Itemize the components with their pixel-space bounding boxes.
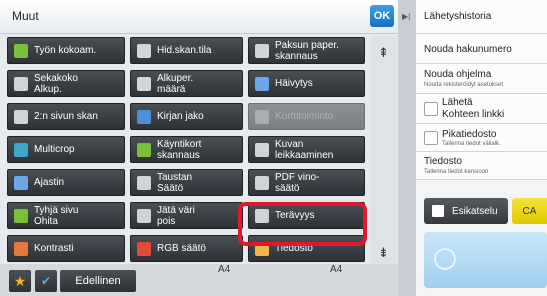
- recall-program-button[interactable]: Nouda ohjelma Nouda rekisteröidyt asetuk…: [416, 64, 547, 94]
- contrast-icon: [14, 241, 28, 256]
- thick-paper-icon: [255, 43, 269, 58]
- previous-button[interactable]: Edellinen: [60, 270, 136, 292]
- function-label: Korttitoiminto: [275, 111, 334, 122]
- function-label: Kirjan jako: [157, 111, 204, 122]
- function-button[interactable]: Jätä väri pois: [130, 202, 243, 229]
- function-button[interactable]: Kirjan jako: [130, 103, 243, 130]
- function-button[interactable]: Hid.skan.tila: [130, 37, 243, 64]
- function-label: Taustan Säätö: [157, 171, 193, 194]
- page-title: Muut: [12, 9, 39, 23]
- function-button[interactable]: PDF vino- säätö: [248, 169, 365, 196]
- preview-icon: [432, 205, 444, 217]
- screen: Muut OK Työn kokoam. Hid.skan.tila Paksun …: [0, 0, 547, 296]
- document-icon: [137, 43, 151, 58]
- clear-all-button[interactable]: CA: [512, 198, 547, 224]
- stack-icon: [14, 43, 28, 58]
- preview-button[interactable]: Esikatselu: [424, 198, 508, 224]
- function-button[interactable]: RGB säätö: [130, 235, 243, 262]
- function-label: Paksun paper. skannaus: [275, 39, 339, 62]
- quick-file-toggle[interactable]: Pikatiedosto Tallenna tiedot välialk.: [416, 124, 547, 152]
- quick-file-checkbox[interactable]: [424, 131, 438, 145]
- fade-icon: [255, 76, 269, 91]
- multicrop-icon: [14, 142, 28, 157]
- highlight-frame: [238, 202, 367, 246]
- function-label: Sekakoko Alkup.: [34, 72, 78, 95]
- background-icon: [137, 175, 151, 190]
- blank-page-icon: [14, 208, 28, 223]
- function-button[interactable]: Ajastin: [7, 169, 125, 196]
- preview-label: Esikatselu: [452, 205, 498, 217]
- skew-icon: [255, 175, 269, 190]
- favorite-button[interactable]: ★: [9, 270, 31, 292]
- send-link-checkbox[interactable]: [424, 102, 438, 116]
- ok-button[interactable]: OK: [370, 5, 394, 27]
- check-button[interactable]: ✔: [35, 270, 57, 292]
- scroll-up-icon[interactable]: ⇞: [371, 39, 396, 67]
- color-drop-icon: [137, 208, 151, 223]
- function-button[interactable]: 2:n sivun skan: [7, 103, 125, 130]
- clock-icon: [14, 175, 28, 190]
- title-bar: Muut OK: [0, 0, 398, 34]
- send-history-button[interactable]: Lähetyshistoria: [416, 0, 547, 34]
- function-button[interactable]: Taustan Säätö: [130, 169, 243, 196]
- function-label: Hid.skan.tila: [157, 45, 212, 56]
- function-button[interactable]: Työn kokoam.: [7, 37, 125, 64]
- other-functions-panel: Muut OK Työn kokoam. Hid.skan.tila Paksun …: [0, 0, 398, 296]
- two-page-icon: [14, 109, 28, 124]
- function-button: Korttitoiminto: [248, 103, 365, 130]
- function-grid: Työn kokoam. Hid.skan.tila Paksun paper. s…: [7, 37, 397, 269]
- start-icon: [434, 248, 456, 270]
- function-button[interactable]: Kontrasti: [7, 235, 125, 262]
- function-button[interactable]: Häivytys: [248, 70, 365, 97]
- scrollbar[interactable]: ⇞ ⇟: [370, 37, 397, 269]
- file-button[interactable]: Tiedosto Tallenna tiedot kansioon: [416, 152, 547, 180]
- count-icon: [137, 76, 151, 91]
- function-label: Multicrop: [34, 144, 75, 155]
- function-label: Alkuper. määrä: [157, 72, 194, 95]
- function-label: Käyntikort skannaus: [157, 138, 202, 161]
- function-button[interactable]: Sekakoko Alkup.: [7, 70, 125, 97]
- original-size-label: A4: [218, 264, 231, 275]
- function-button[interactable]: Paksun paper. skannaus: [248, 37, 365, 64]
- function-label: Jätä väri pois: [157, 204, 195, 227]
- expand-arrow-icon: ▶|: [402, 12, 411, 21]
- start-button[interactable]: [424, 232, 547, 288]
- function-label: RGB säätö: [157, 243, 206, 254]
- recall-number-button[interactable]: Nouda hakunumero: [416, 34, 547, 64]
- book-icon: [137, 109, 151, 124]
- business-card-icon: [137, 142, 151, 157]
- function-label: 2:n sivun skan: [34, 111, 98, 122]
- function-label: Työn kokoam.: [34, 45, 97, 56]
- function-label: Ajastin: [34, 177, 65, 188]
- rgb-icon: [137, 241, 151, 256]
- mixed-size-icon: [14, 76, 28, 91]
- function-button[interactable]: Multicrop: [7, 136, 125, 163]
- panel-toggle-strip[interactable]: ▶|: [398, 0, 416, 296]
- function-label: PDF vino- säätö: [275, 171, 320, 194]
- function-button[interactable]: Käyntikort skannaus: [130, 136, 243, 163]
- function-label: Kuvan leikkaaminen: [275, 138, 334, 161]
- send-size-label: A4: [330, 264, 343, 275]
- function-button[interactable]: Alkuper. määrä: [130, 70, 243, 97]
- function-button[interactable]: Kuvan leikkaaminen: [248, 136, 365, 163]
- card-icon: [255, 109, 269, 124]
- action-panel: Lähetyshistoria Nouda hakunumero Nouda o…: [416, 0, 547, 296]
- function-label: Tyhjä sivu Ohita: [34, 204, 79, 227]
- function-button[interactable]: Tyhjä sivu Ohita: [7, 202, 125, 229]
- function-label: Häivytys: [275, 78, 313, 89]
- function-label: Kontrasti: [34, 243, 74, 254]
- scroll-down-icon[interactable]: ⇟: [371, 239, 396, 267]
- send-link-toggle[interactable]: Lähetä Kohteen linkki: [416, 94, 547, 124]
- crop-icon: [255, 142, 269, 157]
